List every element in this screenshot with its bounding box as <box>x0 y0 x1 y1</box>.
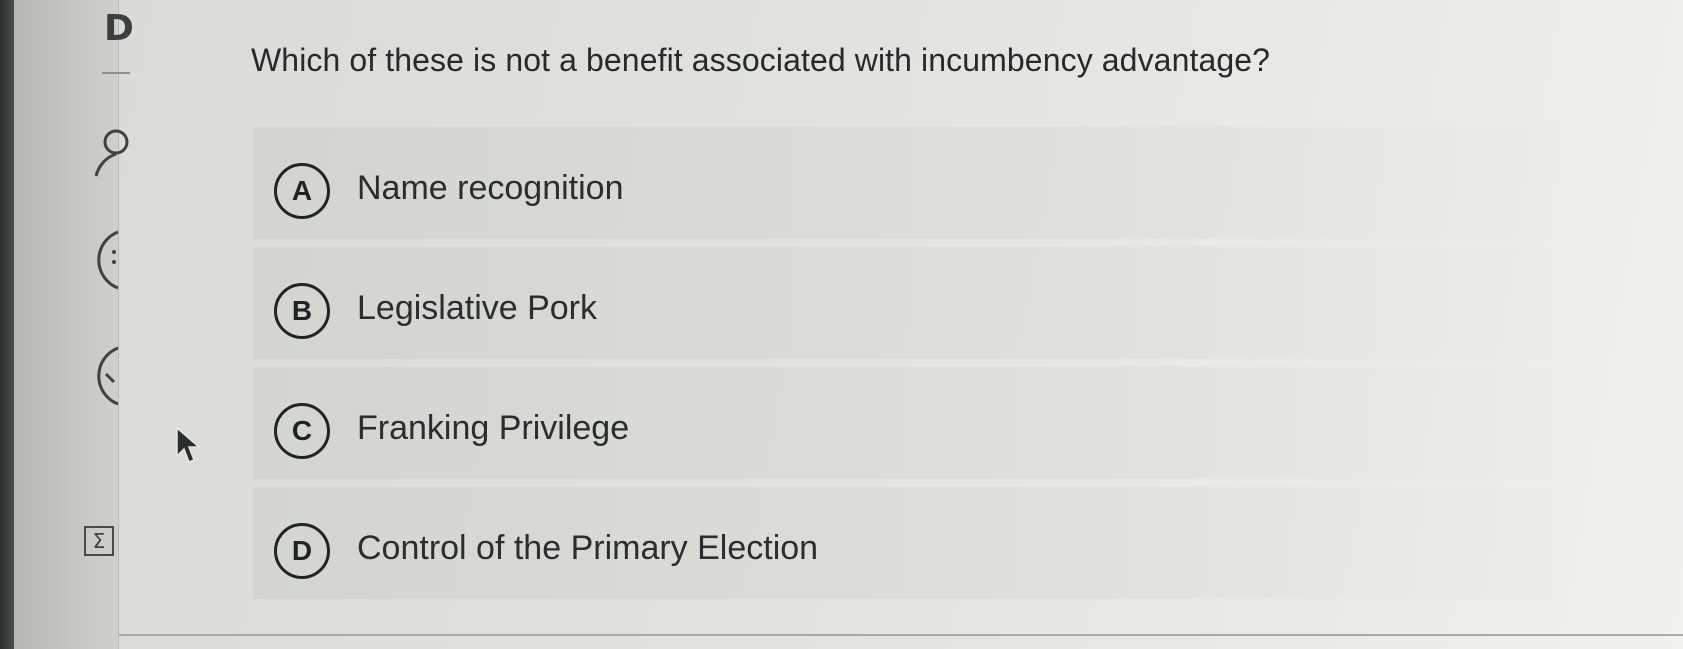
bottom-divider <box>119 634 1683 636</box>
question-text: Which of these is not a benefit associat… <box>251 42 1271 78</box>
option-c-badge[interactable]: C <box>274 403 330 459</box>
left-sidebar: D Σ <box>14 0 134 649</box>
option-c-label: Franking Privilege <box>357 409 630 447</box>
window-edge <box>0 0 14 649</box>
option-d-label: Control of the Primary Election <box>357 529 819 567</box>
mouse-cursor-icon <box>176 426 202 463</box>
option-a[interactable]: A Name recognition <box>253 127 1553 239</box>
question-panel: Which of these is not a benefit associat… <box>119 0 1683 649</box>
option-b[interactable]: B Legislative Pork <box>253 247 1553 359</box>
screen: D Σ Which of these is not a benefit asso… <box>0 0 1683 649</box>
option-d-badge[interactable]: D <box>274 523 330 579</box>
sigma-icon[interactable]: Σ <box>84 526 114 556</box>
option-a-badge[interactable]: A <box>274 163 330 219</box>
option-b-badge[interactable]: B <box>274 283 330 339</box>
option-b-label: Legislative Pork <box>357 289 598 327</box>
option-a-label: Name recognition <box>357 169 624 207</box>
option-c[interactable]: C Franking Privilege <box>253 367 1553 479</box>
option-d[interactable]: D Control of the Primary Election <box>253 487 1553 599</box>
